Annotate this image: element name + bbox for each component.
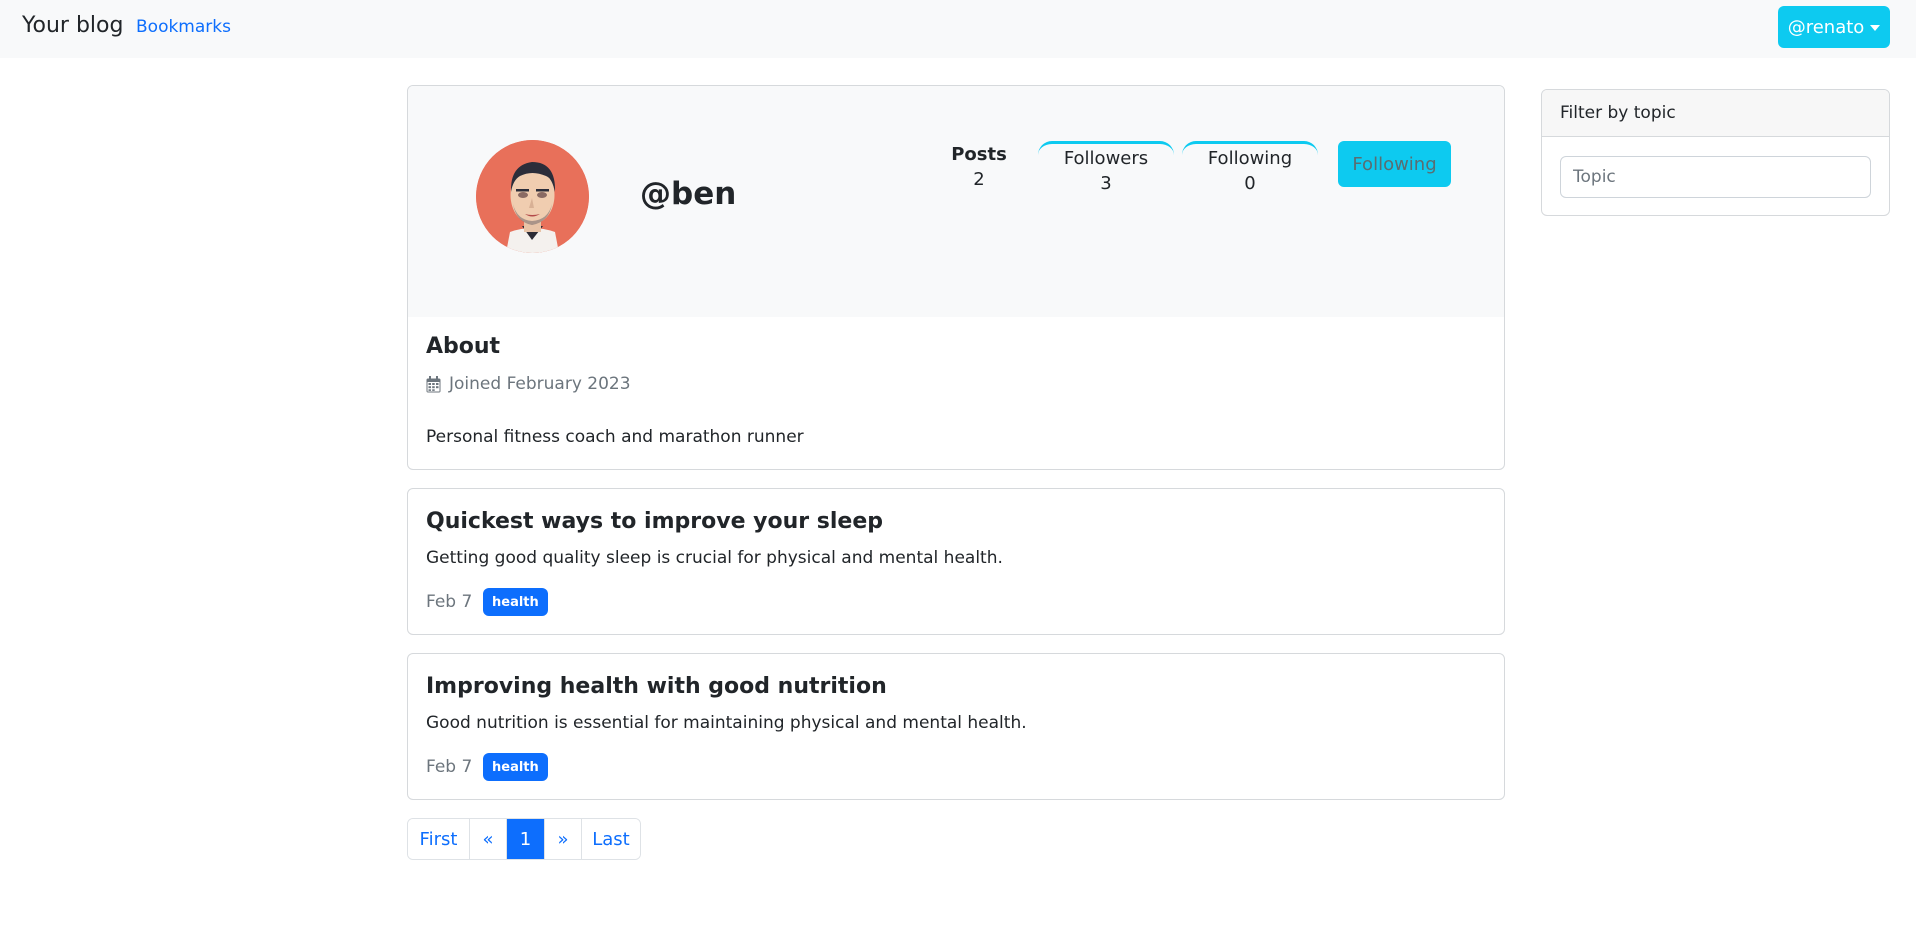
pagination: First « 1 » Last: [407, 818, 641, 860]
stat-followers-value: 3: [1100, 173, 1112, 194]
profile-card: @ben Posts 2 Followers 3 Following 0 Fol…: [407, 85, 1505, 470]
calendar-icon: [426, 375, 441, 392]
page-last-link[interactable]: Last: [581, 819, 640, 859]
follow-toggle-button[interactable]: Following: [1338, 141, 1451, 187]
brand-link[interactable]: Your blog: [22, 13, 123, 38]
about-heading: About: [426, 334, 501, 359]
post-date: Feb 7: [426, 757, 473, 777]
stat-following-value: 0: [1244, 173, 1256, 194]
filter-card: Filter by topic: [1541, 89, 1890, 216]
post-excerpt: Getting good quality sleep is crucial fo…: [426, 548, 1003, 568]
bookmarks-link[interactable]: Bookmarks: [136, 17, 231, 37]
stat-followers-label: Followers: [1063, 148, 1149, 169]
stat-posts: Posts 2: [948, 144, 1010, 190]
post-card: Quickest ways to improve your sleep Gett…: [407, 488, 1505, 635]
navbar: Your blog Bookmarks @renato: [0, 0, 1916, 58]
profile-bio: Personal fitness coach and marathon runn…: [426, 427, 804, 447]
stat-posts-value: 2: [973, 169, 985, 190]
tag-badge[interactable]: health: [483, 588, 548, 616]
user-menu-button[interactable]: @renato: [1778, 6, 1890, 48]
post-excerpt: Good nutrition is essential for maintain…: [426, 713, 1027, 733]
post-title-link[interactable]: Improving health with good nutrition: [426, 674, 887, 699]
tag-badge[interactable]: health: [483, 753, 548, 781]
page-prev-link[interactable]: «: [469, 819, 506, 859]
post-title-link[interactable]: Quickest ways to improve your sleep: [426, 509, 883, 534]
topic-filter-input[interactable]: [1560, 156, 1871, 198]
caret-down-icon: [1870, 25, 1881, 31]
stat-following-label: Following: [1207, 148, 1293, 169]
filter-heading: Filter by topic: [1542, 90, 1889, 137]
stat-following[interactable]: Following 0: [1182, 141, 1318, 194]
stat-followers[interactable]: Followers 3: [1038, 141, 1174, 194]
joined-date: Joined February 2023: [426, 374, 631, 394]
page-first-link[interactable]: First: [408, 819, 469, 859]
user-menu-label: @renato: [1787, 16, 1865, 38]
stat-posts-label: Posts: [951, 144, 1007, 165]
joined-text: Joined February 2023: [449, 374, 631, 394]
avatar: [476, 140, 589, 253]
post-card: Improving health with good nutrition Goo…: [407, 653, 1505, 800]
post-date: Feb 7: [426, 592, 473, 612]
page-current-link[interactable]: 1: [506, 819, 544, 859]
avatar-face-icon: [476, 140, 589, 253]
page-next-link[interactable]: »: [544, 819, 581, 859]
profile-header: @ben Posts 2 Followers 3 Following 0 Fol…: [408, 86, 1504, 317]
profile-username: @ben: [640, 176, 737, 212]
